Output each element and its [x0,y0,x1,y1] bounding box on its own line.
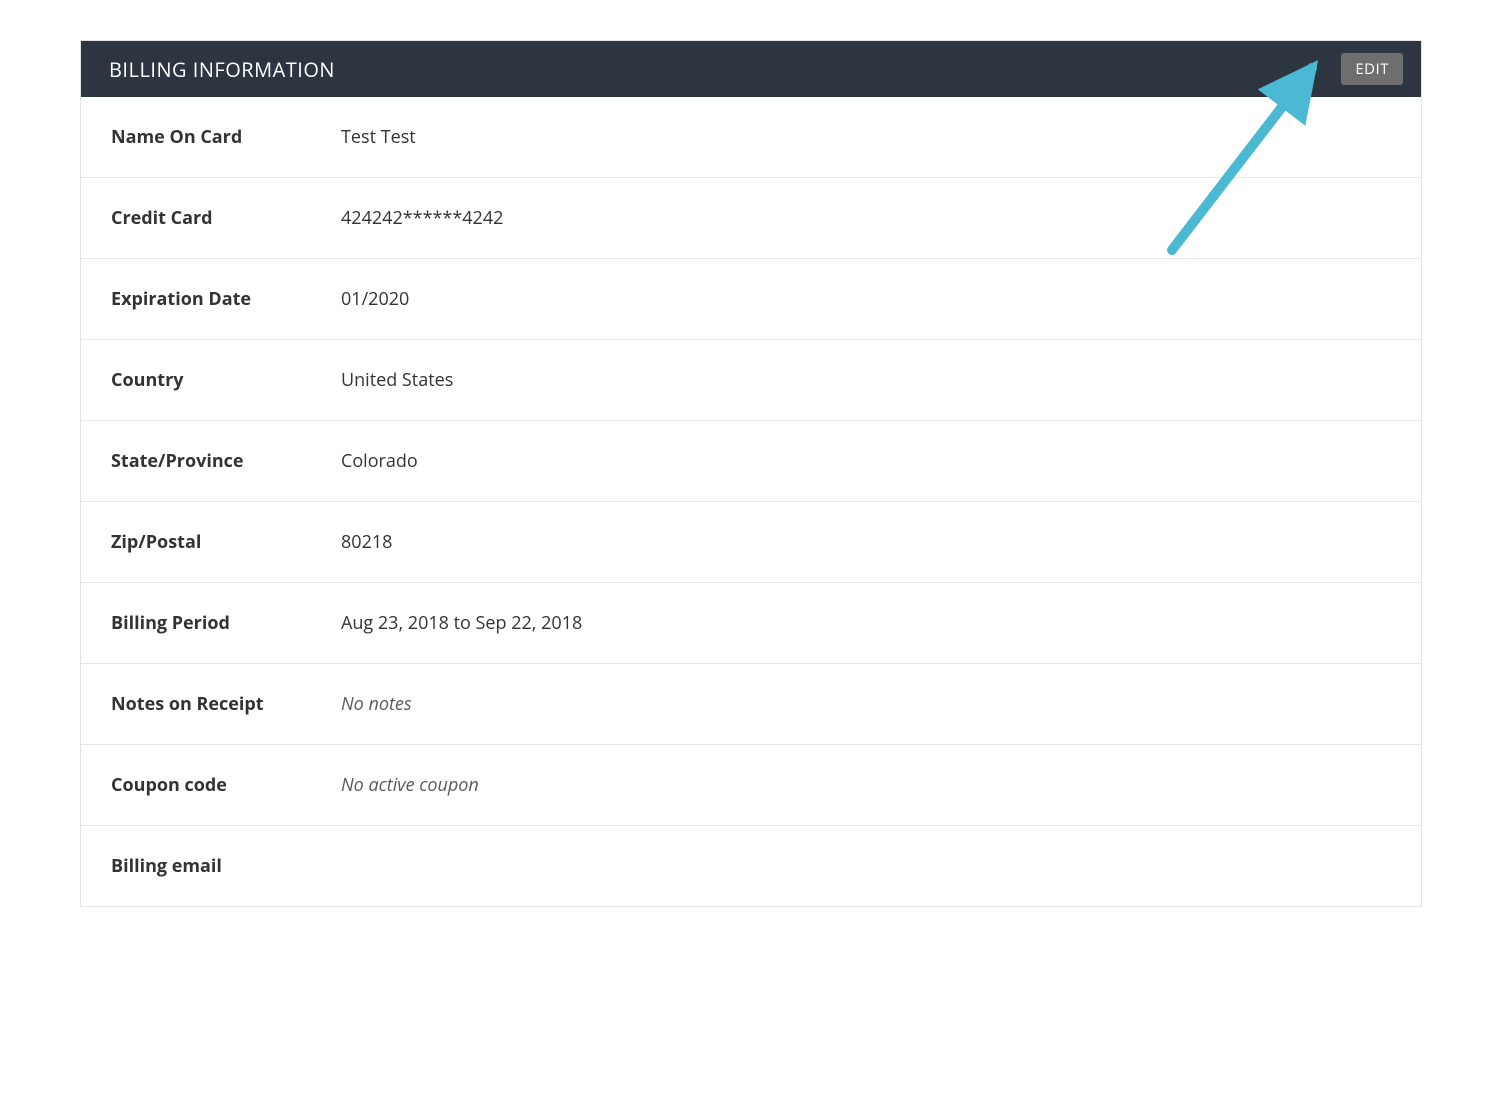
billing-rows: Name On CardTest TestCredit Card424242**… [81,97,1421,906]
row-value: 424242******4242 [341,206,503,230]
billing-row: Credit Card424242******4242 [81,178,1421,259]
row-label: Country [111,368,341,392]
row-label: Credit Card [111,206,341,230]
row-label: Expiration Date [111,287,341,311]
panel-title: BILLING INFORMATION [109,56,335,83]
row-value: Test Test [341,125,416,149]
billing-row: State/ProvinceColorado [81,421,1421,502]
row-value: 01/2020 [341,287,409,311]
row-value: 80218 [341,530,392,554]
billing-row: Expiration Date01/2020 [81,259,1421,340]
billing-row: Zip/Postal80218 [81,502,1421,583]
row-label: Billing Period [111,611,341,635]
row-value: Aug 23, 2018 to Sep 22, 2018 [341,611,582,635]
billing-row: Name On CardTest Test [81,97,1421,178]
row-value: United States [341,368,453,392]
row-label: Notes on Receipt [111,692,341,716]
row-value: No active coupon [341,773,479,797]
billing-row: Billing PeriodAug 23, 2018 to Sep 22, 20… [81,583,1421,664]
billing-row: CountryUnited States [81,340,1421,421]
row-label: State/Province [111,449,341,473]
row-value: No notes [341,692,412,716]
row-label: Zip/Postal [111,530,341,554]
billing-row: Billing email [81,826,1421,906]
billing-info-panel: BILLING INFORMATION EDIT Name On CardTes… [80,40,1422,907]
edit-button[interactable]: EDIT [1341,53,1403,85]
row-label: Coupon code [111,773,341,797]
billing-row: Coupon codeNo active coupon [81,745,1421,826]
row-label: Name On Card [111,125,341,149]
row-label: Billing email [111,854,341,878]
panel-header: BILLING INFORMATION EDIT [81,41,1421,97]
row-value: Colorado [341,449,418,473]
billing-row: Notes on ReceiptNo notes [81,664,1421,745]
